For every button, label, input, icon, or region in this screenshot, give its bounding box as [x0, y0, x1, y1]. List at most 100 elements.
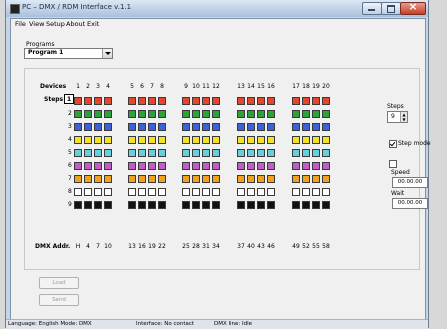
- step-color-cell[interactable]: [312, 123, 320, 131]
- step-color-cell[interactable]: [257, 188, 265, 196]
- step-color-cell[interactable]: [104, 175, 112, 183]
- step-color-cell[interactable]: [212, 162, 220, 170]
- close-button[interactable]: [400, 0, 426, 15]
- step-color-cell[interactable]: [94, 175, 102, 183]
- step-color-cell[interactable]: [292, 97, 300, 105]
- step-color-cell[interactable]: [247, 149, 255, 157]
- step-color-cell[interactable]: [158, 188, 166, 196]
- step-color-cell[interactable]: [182, 188, 190, 196]
- step-color-cell[interactable]: [247, 110, 255, 118]
- selected-step-indicator[interactable]: 1: [64, 94, 74, 104]
- step-color-cell[interactable]: [148, 175, 156, 183]
- step-color-cell[interactable]: [192, 175, 200, 183]
- step-color-cell[interactable]: [267, 136, 275, 144]
- step-color-cell[interactable]: [192, 201, 200, 209]
- step-color-cell[interactable]: [267, 123, 275, 131]
- load-button[interactable]: Load: [39, 277, 79, 289]
- step-color-cell[interactable]: [212, 188, 220, 196]
- step-color-cell[interactable]: [94, 136, 102, 144]
- step-color-cell[interactable]: [312, 201, 320, 209]
- step-color-cell[interactable]: [138, 97, 146, 105]
- step-color-cell[interactable]: [74, 97, 82, 105]
- step-color-cell[interactable]: [247, 201, 255, 209]
- step-color-cell[interactable]: [212, 110, 220, 118]
- step-color-cell[interactable]: [148, 97, 156, 105]
- step-color-cell[interactable]: [237, 149, 245, 157]
- step-color-cell[interactable]: [158, 136, 166, 144]
- step-color-cell[interactable]: [322, 149, 330, 157]
- step-color-cell[interactable]: [267, 201, 275, 209]
- step-color-cell[interactable]: [322, 162, 330, 170]
- step-color-cell[interactable]: [247, 175, 255, 183]
- step-color-cell[interactable]: [302, 123, 310, 131]
- step-color-cell[interactable]: [158, 162, 166, 170]
- step-color-cell[interactable]: [312, 162, 320, 170]
- step-color-cell[interactable]: [202, 175, 210, 183]
- step-color-cell[interactable]: [192, 110, 200, 118]
- step-color-cell[interactable]: [302, 162, 310, 170]
- step-color-cell[interactable]: [94, 162, 102, 170]
- step-color-cell[interactable]: [247, 136, 255, 144]
- step-color-cell[interactable]: [74, 201, 82, 209]
- step-color-cell[interactable]: [257, 175, 265, 183]
- step-color-cell[interactable]: [302, 110, 310, 118]
- step-color-cell[interactable]: [74, 136, 82, 144]
- step-color-cell[interactable]: [202, 162, 210, 170]
- step-color-cell[interactable]: [257, 201, 265, 209]
- step-color-cell[interactable]: [138, 162, 146, 170]
- step-color-cell[interactable]: [257, 110, 265, 118]
- step-color-cell[interactable]: [104, 201, 112, 209]
- step-color-cell[interactable]: [292, 149, 300, 157]
- step-color-cell[interactable]: [257, 97, 265, 105]
- step-color-cell[interactable]: [104, 149, 112, 157]
- step-color-cell[interactable]: [128, 162, 136, 170]
- step-color-cell[interactable]: [202, 188, 210, 196]
- step-color-cell[interactable]: [312, 110, 320, 118]
- step-color-cell[interactable]: [212, 175, 220, 183]
- step-color-cell[interactable]: [257, 123, 265, 131]
- step-color-cell[interactable]: [138, 175, 146, 183]
- send-button[interactable]: Send: [39, 294, 79, 306]
- step-color-cell[interactable]: [104, 136, 112, 144]
- step-color-cell[interactable]: [182, 175, 190, 183]
- step-color-cell[interactable]: [302, 201, 310, 209]
- step-color-cell[interactable]: [104, 188, 112, 196]
- step-color-cell[interactable]: [192, 97, 200, 105]
- chevron-down-icon[interactable]: [102, 49, 112, 58]
- step-color-cell[interactable]: [247, 162, 255, 170]
- step-color-cell[interactable]: [74, 110, 82, 118]
- step-color-cell[interactable]: [182, 110, 190, 118]
- step-color-cell[interactable]: [302, 175, 310, 183]
- step-color-cell[interactable]: [128, 175, 136, 183]
- step-color-cell[interactable]: [192, 123, 200, 131]
- step-color-cell[interactable]: [148, 188, 156, 196]
- step-color-cell[interactable]: [158, 201, 166, 209]
- step-color-cell[interactable]: [94, 97, 102, 105]
- step-color-cell[interactable]: [84, 97, 92, 105]
- step-color-cell[interactable]: [322, 175, 330, 183]
- step-color-cell[interactable]: [257, 136, 265, 144]
- title-bar[interactable]: PC – DMX / RDM Interface v.1.1: [6, 0, 428, 17]
- step-color-cell[interactable]: [148, 110, 156, 118]
- step-color-cell[interactable]: [94, 110, 102, 118]
- step-color-cell[interactable]: [138, 110, 146, 118]
- step-color-cell[interactable]: [158, 175, 166, 183]
- step-color-cell[interactable]: [74, 175, 82, 183]
- wait-field[interactable]: 00.00.00: [392, 198, 428, 209]
- step-color-cell[interactable]: [182, 123, 190, 131]
- step-color-cell[interactable]: [237, 201, 245, 209]
- step-color-cell[interactable]: [158, 123, 166, 131]
- step-color-cell[interactable]: [322, 110, 330, 118]
- step-color-cell[interactable]: [237, 175, 245, 183]
- step-color-cell[interactable]: [292, 123, 300, 131]
- step-color-cell[interactable]: [84, 188, 92, 196]
- step-color-cell[interactable]: [202, 149, 210, 157]
- step-color-cell[interactable]: [322, 97, 330, 105]
- step-color-cell[interactable]: [84, 110, 92, 118]
- step-color-cell[interactable]: [237, 136, 245, 144]
- step-color-cell[interactable]: [148, 201, 156, 209]
- step-color-cell[interactable]: [84, 136, 92, 144]
- step-color-cell[interactable]: [158, 149, 166, 157]
- steps-count-spinner[interactable]: 9 ▲ ▼: [387, 111, 408, 123]
- step-color-cell[interactable]: [84, 162, 92, 170]
